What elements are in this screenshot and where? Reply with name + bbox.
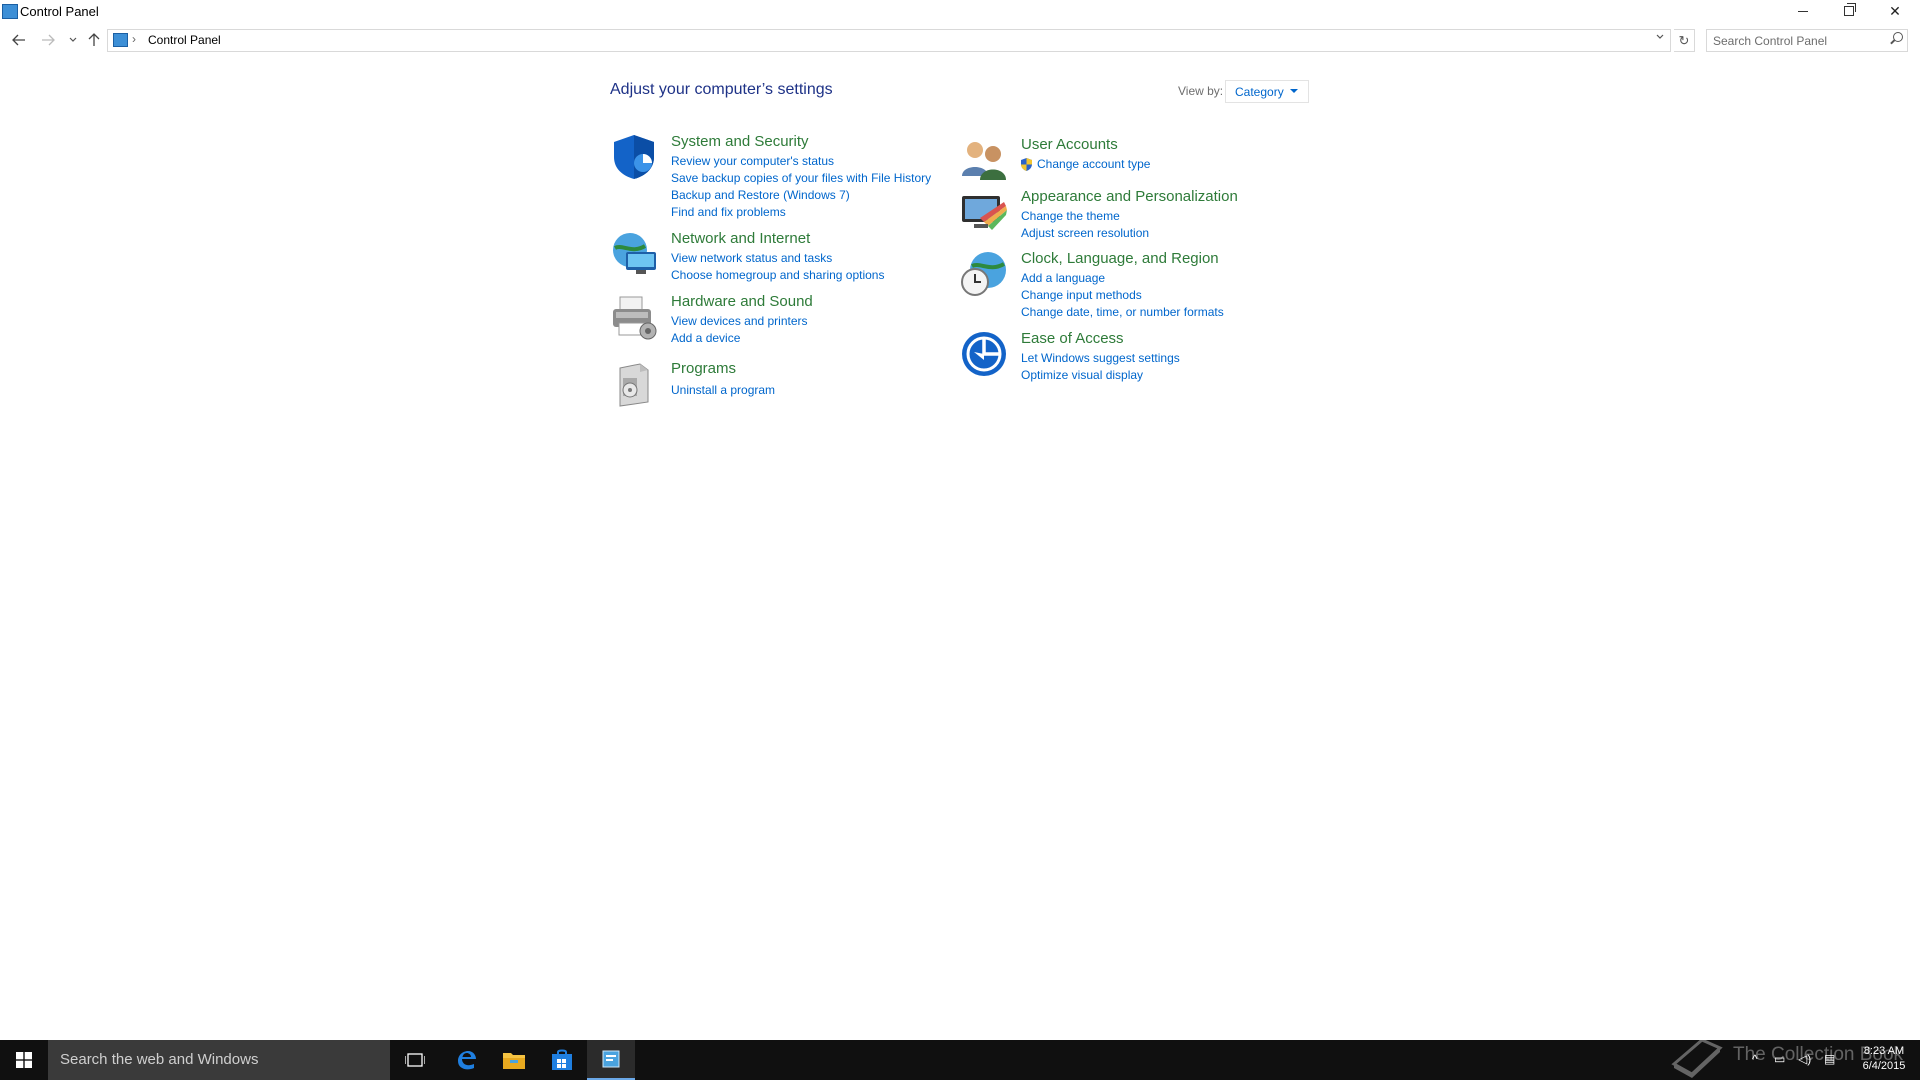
link-review-status[interactable]: Review your computer's status [671, 153, 931, 170]
edge-browser-icon [458, 1051, 476, 1070]
control-panel-icon [602, 1050, 620, 1068]
minimize-icon [1798, 10, 1808, 12]
printer-icon[interactable] [610, 293, 658, 341]
control-panel-icon [113, 33, 128, 47]
folder-icon [503, 1053, 525, 1069]
address-bar[interactable]: › Control Panel [107, 29, 1671, 52]
link-uninstall-program[interactable]: Uninstall a program [671, 382, 775, 399]
start-button[interactable] [0, 1040, 48, 1080]
clock-globe-icon[interactable] [960, 250, 1008, 298]
link-file-history[interactable]: Save backup copies of your files with Fi… [671, 170, 931, 187]
search-input[interactable] [1711, 32, 1885, 50]
search-box[interactable] [1706, 29, 1908, 52]
watermark-text: The Collection Book [1733, 1044, 1904, 1065]
breadcrumb-separator-icon[interactable]: › [132, 32, 136, 46]
page-heading: Adjust your computer’s settings [610, 81, 833, 98]
minimize-button[interactable] [1780, 0, 1826, 22]
category-title[interactable]: Hardware and Sound [671, 293, 813, 310]
uac-shield-icon [1021, 158, 1032, 171]
control-panel-taskbar-button[interactable] [587, 1040, 635, 1080]
category-title[interactable]: Network and Internet [671, 230, 810, 247]
dropdown-arrow-icon [1290, 89, 1298, 93]
link-devices-printers[interactable]: View devices and printers [671, 313, 808, 330]
link-input-methods[interactable]: Change input methods [1021, 287, 1224, 304]
restore-button[interactable] [1826, 0, 1872, 22]
up-button[interactable] [84, 30, 104, 50]
forward-arrow-icon [42, 34, 55, 46]
breadcrumb-control-panel[interactable]: Control Panel [148, 33, 221, 47]
search-icon[interactable] [1893, 32, 1903, 42]
view-by-value: Category [1235, 85, 1284, 99]
link-backup-restore[interactable]: Backup and Restore (Windows 7) [671, 187, 931, 204]
chevron-down-icon [69, 37, 77, 42]
close-button[interactable]: ✕ [1872, 0, 1918, 22]
network-globe-icon[interactable] [610, 230, 658, 278]
link-find-fix-problems[interactable]: Find and fix problems [671, 204, 931, 221]
address-dropdown-button[interactable] [1656, 32, 1664, 43]
recent-locations-button[interactable] [63, 30, 83, 50]
back-button[interactable] [9, 30, 29, 50]
link-windows-suggest-settings[interactable]: Let Windows suggest settings [1021, 350, 1180, 367]
appearance-monitor-icon[interactable] [960, 188, 1008, 236]
programs-box-icon[interactable] [610, 360, 658, 408]
link-add-language[interactable]: Add a language [1021, 270, 1224, 287]
category-title[interactable]: Appearance and Personalization [1021, 188, 1238, 205]
back-arrow-icon [12, 34, 25, 46]
link-add-device[interactable]: Add a device [671, 330, 808, 347]
store-bag-icon [552, 1049, 572, 1070]
category-title[interactable]: Ease of Access [1021, 330, 1124, 347]
link-screen-resolution[interactable]: Adjust screen resolution [1021, 225, 1149, 242]
ease-of-access-icon[interactable] [960, 330, 1008, 378]
title-bar: Control Panel ✕ [0, 0, 1920, 24]
file-explorer-button[interactable] [490, 1040, 538, 1080]
up-arrow-icon [88, 33, 100, 46]
forward-button[interactable] [38, 30, 58, 50]
link-date-time-formats[interactable]: Change date, time, or number formats [1021, 304, 1224, 321]
control-panel-icon [2, 4, 18, 19]
close-icon: ✕ [1889, 2, 1901, 19]
task-view-icon [405, 1053, 425, 1067]
link-network-status[interactable]: View network status and tasks [671, 250, 884, 267]
view-by-label: View by: [1178, 84, 1224, 98]
taskbar-search-box[interactable]: Search the web and Windows [48, 1040, 390, 1080]
navigation-bar: › Control Panel [0, 26, 1920, 56]
link-change-theme[interactable]: Change the theme [1021, 208, 1149, 225]
edge-button[interactable] [442, 1040, 490, 1080]
system-security-shield-icon[interactable] [610, 133, 658, 181]
category-title[interactable]: User Accounts [1021, 136, 1118, 153]
link-homegroup[interactable]: Choose homegroup and sharing options [671, 267, 884, 284]
refresh-icon: ↻ [1678, 32, 1690, 48]
category-title[interactable]: Programs [671, 360, 736, 377]
taskbar: Search the web and Windows ^ ▭ ◁) ▤ 8:23… [0, 1040, 1920, 1080]
refresh-button[interactable]: ↻ [1674, 29, 1695, 52]
user-accounts-icon[interactable] [960, 136, 1008, 184]
view-by-dropdown[interactable]: Category [1225, 80, 1309, 103]
chevron-down-icon [1656, 34, 1664, 39]
book-logo-icon [1671, 1038, 1723, 1078]
watermark: The Collection Book [1668, 1034, 1903, 1080]
category-title[interactable]: System and Security [671, 133, 809, 150]
category-title[interactable]: Clock, Language, and Region [1021, 250, 1219, 267]
link-label: Change account type [1037, 157, 1151, 171]
taskbar-search-text: Search the web and Windows [60, 1051, 259, 1068]
windows-logo-icon [16, 1052, 32, 1068]
restore-icon [1844, 3, 1856, 16]
store-button[interactable] [538, 1040, 586, 1080]
link-change-account-type[interactable]: Change account type [1021, 156, 1150, 173]
window-title: Control Panel [20, 4, 99, 19]
link-optimize-visual-display[interactable]: Optimize visual display [1021, 367, 1180, 384]
task-view-button[interactable] [391, 1040, 439, 1080]
